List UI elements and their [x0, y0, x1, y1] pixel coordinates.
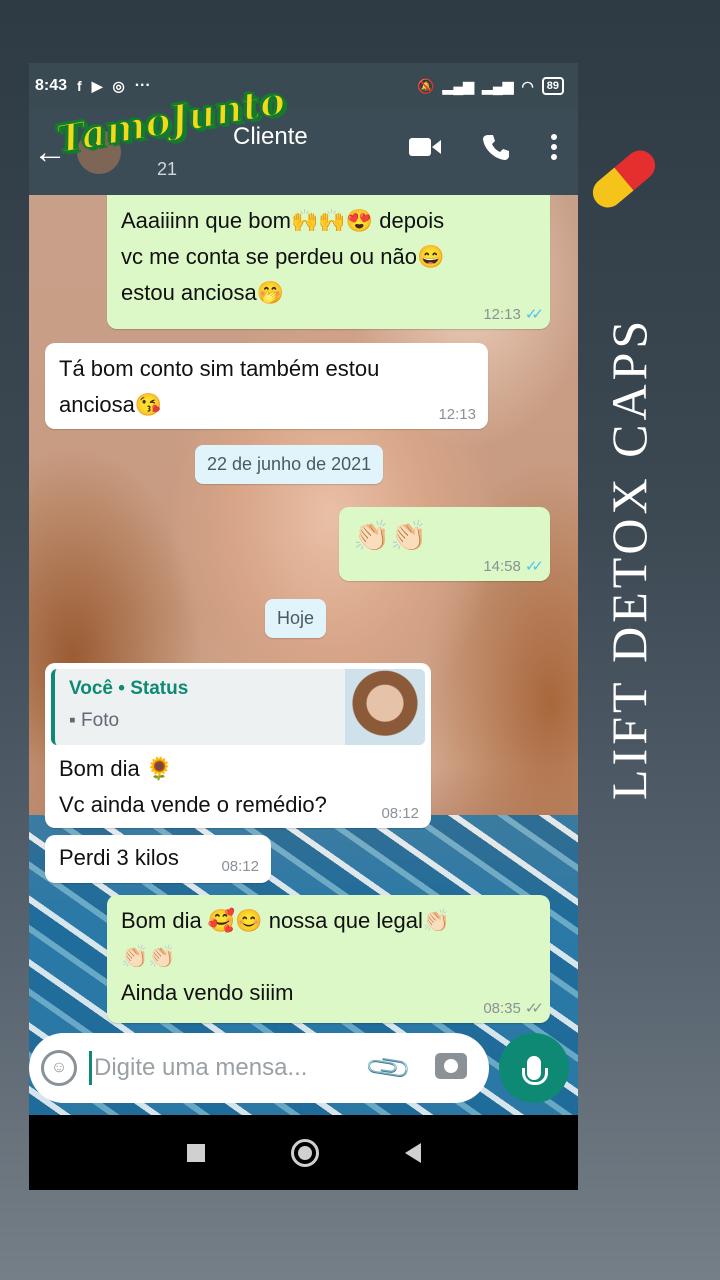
- capsule-icon: [586, 144, 662, 214]
- message-text: Aaaiiinn que bom🙌🙌😍 depois: [121, 208, 445, 233]
- date-chip: Hoje: [265, 599, 327, 638]
- recent-apps-icon[interactable]: [186, 1143, 205, 1162]
- message-text: anciosa😘: [59, 392, 163, 417]
- status-time: 8:43: [35, 77, 68, 94]
- mute-icon: 🔕: [417, 77, 435, 94]
- camera-icon[interactable]: [435, 1053, 467, 1079]
- message-text: Ainda vendo siiim: [121, 980, 294, 1005]
- chat-area[interactable]: Aaaiiinn que bom🙌🙌😍 depois vc me conta s…: [29, 195, 578, 1115]
- message-text: Tá bom conto sim também estou: [59, 356, 380, 381]
- read-ticks-icon: ✓✓: [524, 306, 544, 323]
- date-chip: 22 de junho de 2021: [195, 445, 384, 484]
- side-banner-text: LIFT DETOX CAPS: [601, 316, 657, 800]
- back-triangle-icon[interactable]: [404, 1142, 421, 1163]
- message-composer[interactable]: ☺ Digite uma mensa... 📎: [29, 1033, 489, 1103]
- message-bubble-incoming[interactable]: Você • Status ▪ Foto Bom dia 🌻 Vc ainda …: [45, 663, 431, 828]
- message-bubble-outgoing[interactable]: Bom dia 🥰😊 nossa que legal👏🏻 👏🏻👏🏻 Ainda …: [107, 895, 550, 1023]
- message-bubble-outgoing[interactable]: Aaaiiinn que bom🙌🙌😍 depois vc me conta s…: [107, 195, 550, 329]
- more-options-icon[interactable]: [550, 133, 558, 161]
- message-text: 👏🏻👏🏻: [353, 520, 428, 553]
- message-text: estou anciosa🤭: [121, 280, 285, 305]
- message-time: 14:58: [483, 558, 521, 575]
- sticker-text: TamoJunto: [52, 76, 289, 162]
- message-input[interactable]: Digite uma mensa...: [94, 1054, 307, 1082]
- quote-subtitle: ▪ Foto: [69, 711, 119, 731]
- message-bubble-outgoing[interactable]: 👏🏻👏🏻 14:58 ✓✓: [339, 507, 550, 581]
- message-text: Bom dia 🥰😊 nossa que legal👏🏻: [121, 908, 451, 933]
- system-navigation-bar: [29, 1115, 578, 1190]
- text-cursor: [89, 1051, 92, 1085]
- microphone-icon: [522, 1056, 548, 1085]
- message-bubble-incoming[interactable]: Tá bom conto sim também estou anciosa😘 1…: [45, 343, 488, 429]
- signal-icon: ▂▄▆: [482, 77, 514, 94]
- message-time: 08:12: [381, 805, 419, 822]
- attach-icon[interactable]: 📎: [363, 1043, 414, 1094]
- message-text: 👏🏻👏🏻: [121, 944, 176, 969]
- voice-message-button[interactable]: [499, 1033, 569, 1103]
- message-time: 12:13: [438, 406, 476, 423]
- delivered-ticks-icon: ✓✓: [524, 1000, 544, 1017]
- quote-title: Você • Status: [69, 678, 189, 699]
- phone-screen: 8:43 f ▶ ◎ ··· 🔕 ▂▄▆ ▂▄▆ ◠ 89 ← Cliente …: [29, 63, 578, 1190]
- message-time: 12:13: [483, 306, 521, 323]
- read-ticks-icon: ✓✓: [524, 558, 544, 575]
- photo-icon: ▪: [69, 710, 82, 731]
- message-time: 08:12: [221, 858, 259, 875]
- voice-call-icon[interactable]: [482, 133, 510, 161]
- message-text: vc me conta se perdeu ou não😄: [121, 244, 445, 269]
- signal-icon: ▂▄▆: [442, 77, 475, 94]
- message-text: Vc ainda vende o remédio?: [59, 792, 327, 817]
- emoji-icon[interactable]: ☺: [41, 1050, 77, 1086]
- facebook-icon: f: [77, 78, 82, 94]
- quoted-status[interactable]: Você • Status ▪ Foto: [51, 669, 425, 745]
- battery-icon: 89: [541, 77, 564, 95]
- quote-subtitle-text: Foto: [81, 710, 120, 731]
- video-call-icon[interactable]: [408, 135, 442, 159]
- message-text: Bom dia 🌻: [59, 756, 174, 781]
- status-thumbnail: [345, 669, 425, 745]
- home-icon[interactable]: [290, 1138, 319, 1167]
- message-time: 08:35: [483, 1000, 521, 1017]
- wifi-icon: ◠: [521, 77, 534, 94]
- message-bubble-incoming[interactable]: Perdi 3 kilos 08:12: [45, 835, 271, 883]
